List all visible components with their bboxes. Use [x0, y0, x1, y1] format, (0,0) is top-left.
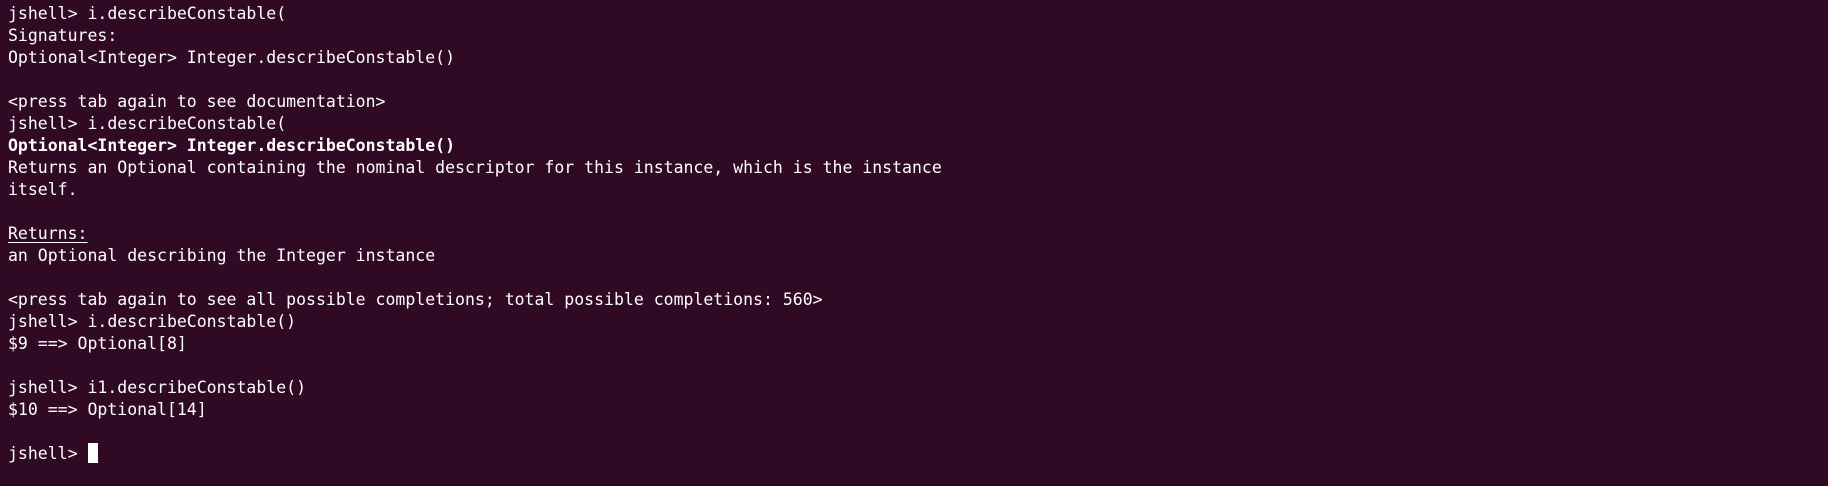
prompt-line: jshell> i.describeConstable(: [8, 4, 287, 23]
text-cursor[interactable]: [88, 443, 99, 463]
active-prompt: jshell>: [8, 444, 88, 463]
prompt-line: jshell> i.describeConstable(): [8, 312, 297, 331]
doc-signature-bold: Optional<Integer> Integer.describeConsta…: [8, 136, 456, 155]
signature-text: Optional<Integer> Integer.describeConsta…: [8, 48, 456, 67]
doc-description: Returns an Optional containing the nomin…: [8, 158, 942, 177]
doc-description-continued: itself.: [8, 180, 78, 199]
active-prompt-line[interactable]: jshell>: [8, 443, 1828, 465]
output-line: $9 ==> Optional[8]: [8, 334, 187, 353]
returns-heading: Returns:: [8, 223, 1828, 245]
returns-description: an Optional describing the Integer insta…: [8, 246, 436, 265]
prompt-line: jshell> i1.describeConstable(): [8, 378, 307, 397]
signatures-heading: Signatures:: [8, 26, 118, 45]
output-line: $10 ==> Optional[14]: [8, 400, 207, 419]
tab-hint-completions: <press tab again to see all possible com…: [8, 290, 823, 309]
returns-heading-text: Returns:: [8, 224, 88, 243]
prompt-line: jshell> i.describeConstable(: [8, 114, 287, 133]
tab-hint-documentation: <press tab again to see documentation>: [8, 92, 386, 111]
terminal-window[interactable]: jshell> i.describeConstable( Signatures:…: [0, 0, 1828, 486]
